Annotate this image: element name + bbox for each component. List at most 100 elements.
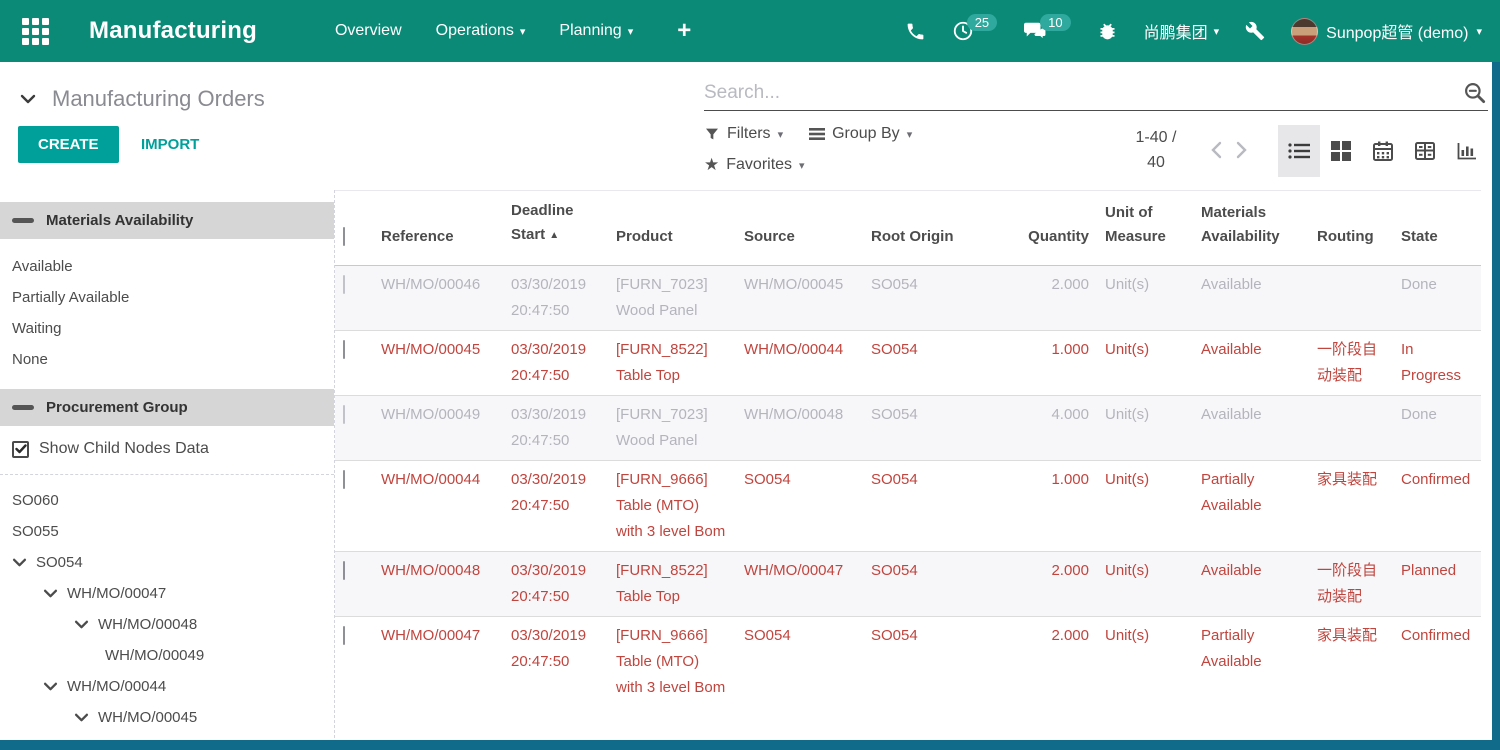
chevron-down-icon: ▾ [628, 27, 634, 38]
chevron-down-icon[interactable] [43, 682, 58, 691]
activities-button[interactable]: 25 [952, 20, 997, 42]
table-row[interactable]: WH/MO/0004703/30/2019 20:47:50[FURN_9666… [335, 617, 1481, 708]
tree-item-label: WH/MO/00047 [67, 585, 166, 602]
table-row[interactable]: WH/MO/0004403/30/2019 20:47:50[FURN_9666… [335, 461, 1481, 552]
col-reference[interactable]: Reference [373, 191, 503, 266]
phone-icon[interactable] [905, 21, 926, 42]
col-routing[interactable]: Routing [1309, 191, 1393, 266]
cell-routing: 家具装配 [1309, 461, 1393, 552]
col-deadline-start[interactable]: Deadline Start▲ [503, 191, 608, 266]
messages-button[interactable]: 10 [1023, 20, 1070, 42]
import-button[interactable]: IMPORT [141, 136, 199, 153]
cell-availability: Partially Available [1193, 461, 1309, 552]
row-checkbox[interactable] [343, 405, 345, 424]
col-unit-of-measure[interactable]: Unit of Measure [1097, 191, 1193, 266]
cell-availability: Available [1193, 552, 1309, 617]
show-child-nodes-checkbox[interactable]: Show Child Nodes Data [0, 426, 334, 475]
row-checkbox[interactable] [343, 561, 345, 580]
pager: 1-40 / 40 [1124, 125, 1256, 175]
table-row[interactable]: WH/MO/0004903/30/2019 20:47:50[FURN_7023… [335, 396, 1481, 461]
group-by-button[interactable]: Group By ▾ [809, 125, 912, 143]
filter-sidebar: Materials Availability AvailablePartiall… [0, 190, 335, 738]
table-row[interactable]: WH/MO/0004503/30/2019 20:47:50[FURN_8522… [335, 331, 1481, 396]
cell-reference: WH/MO/00045 [373, 331, 503, 396]
add-menu-button[interactable]: + [677, 17, 691, 45]
row-checkbox[interactable] [343, 340, 345, 359]
calendar-view-button[interactable] [1362, 125, 1404, 177]
cell-deadline: 03/30/2019 20:47:50 [503, 266, 608, 331]
tree-item[interactable]: SO060 [0, 485, 334, 516]
tree-item-label: SO060 [12, 492, 59, 509]
user-menu[interactable]: Sunpop超管 (demo) ▾ [1291, 18, 1482, 45]
row-checkbox[interactable] [343, 470, 345, 489]
tree-item[interactable]: SO055 [0, 516, 334, 547]
row-checkbox[interactable] [343, 275, 345, 294]
pager-next-button[interactable] [1236, 141, 1248, 159]
tree-item[interactable]: WH/MO/00044 [0, 671, 334, 702]
col-materials-availability[interactable]: Materials Availability [1193, 191, 1309, 266]
select-all-cell[interactable] [335, 191, 373, 266]
chevron-down-icon[interactable] [20, 94, 36, 104]
favorites-button[interactable]: ★ Favorites ▾ [704, 155, 805, 175]
col-source[interactable]: Source [736, 191, 863, 266]
table-row[interactable]: WH/MO/0004803/30/2019 20:47:50[FURN_8522… [335, 552, 1481, 617]
menu-operations[interactable]: Operations ▾ [436, 22, 526, 40]
cell-source: WH/MO/00047 [736, 552, 863, 617]
kanban-view-button[interactable] [1320, 125, 1362, 177]
create-button[interactable]: CREATE [18, 126, 119, 163]
cell-uom: Unit(s) [1097, 461, 1193, 552]
tree-item[interactable]: WH/MO/00049 [0, 640, 334, 671]
tree-item[interactable]: WH/MO/00045 [0, 702, 334, 733]
section-materials-availability[interactable]: Materials Availability [0, 202, 334, 239]
filter-item-waiting[interactable]: Waiting [0, 313, 334, 344]
pivot-view-button[interactable] [1404, 125, 1446, 177]
chevron-down-icon[interactable] [74, 620, 89, 629]
activities-badge: 25 [967, 14, 997, 31]
search-icon[interactable] [1462, 80, 1488, 106]
filter-item-available[interactable]: Available [0, 251, 334, 282]
chevron-down-icon: ▾ [778, 130, 784, 141]
chevron-down-icon: ▾ [907, 130, 913, 141]
bug-icon[interactable] [1097, 21, 1118, 42]
orders-table: Reference Deadline Start▲ Product Source… [335, 190, 1481, 707]
tree-item[interactable]: SO054 [0, 547, 334, 578]
bar-chart-icon [1457, 142, 1477, 160]
pager-previous-button[interactable] [1210, 141, 1222, 159]
tree-item[interactable]: WH/MO/00047 [0, 578, 334, 609]
menu-planning[interactable]: Planning ▾ [559, 22, 633, 40]
cell-root-origin: SO054 [863, 461, 991, 552]
checkbox-checked-icon [12, 441, 29, 458]
tools-icon[interactable] [1245, 21, 1265, 41]
cell-deadline: 03/30/2019 20:47:50 [503, 617, 608, 708]
cell-routing: 一阶段自动装配 [1309, 331, 1393, 396]
horizontal-scrollbar[interactable] [0, 740, 1500, 750]
select-all-checkbox[interactable] [343, 227, 345, 246]
cell-quantity: 1.000 [991, 331, 1097, 396]
col-quantity[interactable]: Quantity [991, 191, 1097, 266]
list-view-button[interactable] [1278, 125, 1320, 177]
section-procurement-group[interactable]: Procurement Group [0, 389, 334, 426]
cell-product: [FURN_7023] Wood Panel [608, 396, 736, 461]
filters-button[interactable]: Filters ▾ [704, 125, 783, 143]
col-state[interactable]: State [1393, 191, 1481, 266]
app-title[interactable]: Manufacturing [89, 17, 257, 45]
table-row[interactable]: WH/MO/0004603/30/2019 20:47:50[FURN_7023… [335, 266, 1481, 331]
chevron-down-icon[interactable] [43, 589, 58, 598]
col-product[interactable]: Product [608, 191, 736, 266]
chevron-down-icon[interactable] [12, 558, 27, 567]
cell-root-origin: SO054 [863, 266, 991, 331]
company-switcher[interactable]: 尚鹏集团 ▾ [1144, 19, 1220, 43]
menu-overview[interactable]: Overview [335, 22, 402, 40]
col-root-origin[interactable]: Root Origin [863, 191, 991, 266]
row-checkbox[interactable] [343, 626, 345, 645]
graph-view-button[interactable] [1446, 125, 1488, 177]
apps-menu-icon[interactable] [22, 18, 49, 45]
chevron-down-icon[interactable] [74, 713, 89, 722]
vertical-scrollbar[interactable] [1492, 62, 1500, 740]
cell-quantity: 4.000 [991, 396, 1097, 461]
filter-item-partially-available[interactable]: Partially Available [0, 282, 334, 313]
cell-root-origin: SO054 [863, 552, 991, 617]
filter-item-none[interactable]: None [0, 344, 334, 375]
tree-item[interactable]: WH/MO/00048 [0, 609, 334, 640]
search-input[interactable] [704, 82, 1462, 104]
